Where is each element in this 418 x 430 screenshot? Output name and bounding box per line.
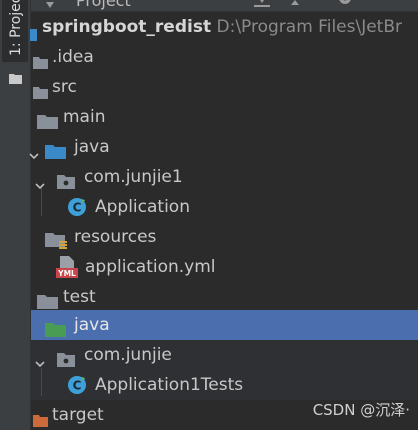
tree-item-label: main [63,107,106,127]
tree-item-test[interactable]: test [31,282,418,312]
tree-item-label: com.junjie1 [84,167,183,187]
root-path: D:\Program Files\JetBr [216,17,403,37]
tree-item-label: application.yml [85,257,216,277]
indent-guide [41,368,42,396]
tree-item-main[interactable]: main [31,102,418,132]
tree-item-label: Application [95,197,190,217]
project-tool-tab[interactable]: 1: Project [2,0,28,62]
panel-title: Project [76,0,131,10]
svg-text:YML: YML [57,269,76,278]
project-tab-label: 1: Project [8,0,24,56]
tree-item-label: test [63,287,96,307]
tree-item-java-test[interactable]: java [31,310,418,340]
gear-icon[interactable] [337,0,353,10]
tree-item-label: Application1Tests [95,375,244,395]
svg-text:C: C [73,379,82,393]
tree-root[interactable]: springboot_redist D:\Program Files\JetBr [30,12,418,42]
tree-item-label: com.junjie [84,345,172,365]
tree-item-java-main[interactable]: java [29,132,418,162]
tree-item-test-class[interactable]: C Application1Tests [31,370,418,400]
tree-item-package[interactable]: com.junjie1 [31,162,418,192]
root-name: springboot_redist [42,17,212,37]
tree-item-class[interactable]: C Application [31,192,418,222]
tree-item-label: java [74,315,110,335]
svg-text:C: C [73,201,82,215]
tree-item-src[interactable]: src [31,72,418,102]
ide-window: 1: Project Project springboot_redist D:\… [0,0,418,430]
tree-item-label: target [52,405,104,425]
excluded-folder-icon [33,407,48,430]
tree-item-label: .idea [52,47,94,67]
project-panel-header: Project [31,0,418,12]
dropdown-icon[interactable] [45,0,55,11]
folder-icon [9,69,22,88]
indent-guide [41,188,42,216]
tree-item-label: src [52,77,77,97]
watermark: CSDN @沉泽· [312,401,410,419]
scroll-from-source-icon[interactable] [289,0,301,11]
project-tree: springboot_redist D:\Program Files\JetBr… [29,12,418,430]
tree-item-label: java [74,137,110,157]
collapse-all-icon[interactable] [253,0,271,11]
tree-item-package[interactable]: com.junjie [31,340,418,370]
tree-item-idea[interactable]: .idea [31,42,418,72]
tree-item-yml[interactable]: YML application.yml [31,252,418,282]
tree-item-resources[interactable]: resources [31,222,418,252]
tree-item-label: resources [74,227,157,247]
tool-window-strip: 1: Project [0,0,31,430]
